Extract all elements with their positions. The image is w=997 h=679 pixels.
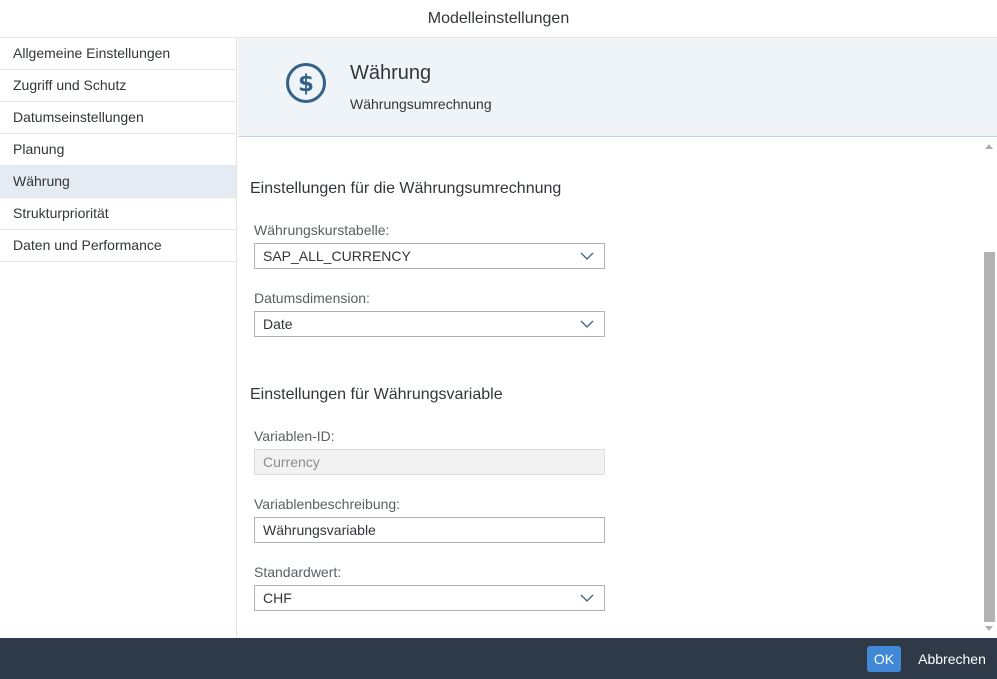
nav-item-planung[interactable]: Planung xyxy=(0,134,236,166)
default-value-value: CHF xyxy=(263,590,292,606)
variable-id-input: Currency xyxy=(254,449,605,475)
svg-text:$: $ xyxy=(298,71,314,97)
page-title: Währung xyxy=(350,62,432,84)
scroll-up-icon[interactable] xyxy=(985,144,993,149)
conversion-section-title: Einstellungen für die Währungsumrechnung xyxy=(250,180,562,197)
variable-description-input[interactable]: Währungsvariable xyxy=(254,517,605,543)
date-dimension-label: Datumsdimension: xyxy=(254,290,370,306)
variable-section-title: Einstellungen für Währungsvariable xyxy=(250,386,503,403)
rate-table-select[interactable]: SAP_ALL_CURRENCY xyxy=(254,243,605,269)
nav-item-waehrung[interactable]: Währung xyxy=(0,166,236,198)
nav-item-zugriff-und-schutz[interactable]: Zugriff und Schutz xyxy=(0,70,236,102)
content-scrollbar[interactable] xyxy=(982,138,997,638)
variable-id-placeholder: Currency xyxy=(263,454,320,470)
page-subtitle: Währungsumrechnung xyxy=(350,96,492,112)
nav-item-allgemeine-einstellungen[interactable]: Allgemeine Einstellungen xyxy=(0,38,236,70)
nav-item-strukturprioritaet[interactable]: Strukturpriorität xyxy=(0,198,236,230)
variable-id-label: Variablen-ID: xyxy=(254,428,335,444)
dollar-circle-icon: $ xyxy=(286,63,326,103)
scroll-down-icon[interactable] xyxy=(985,626,993,631)
default-value-label: Standardwert: xyxy=(254,564,342,580)
default-value-select[interactable]: CHF xyxy=(254,585,605,611)
ok-button[interactable]: OK xyxy=(867,646,901,672)
variable-description-value: Währungsvariable xyxy=(263,522,376,538)
scroll-thumb[interactable] xyxy=(984,252,995,622)
chevron-down-icon xyxy=(580,320,594,328)
nav-item-daten-und-performance[interactable]: Daten und Performance xyxy=(0,230,236,262)
date-dimension-select[interactable]: Date xyxy=(254,311,605,337)
settings-form: Einstellungen für die Währungsumrechnung… xyxy=(238,138,982,638)
dialog-title: Modelleinstellungen xyxy=(0,0,997,38)
chevron-down-icon xyxy=(580,252,594,260)
variable-description-label: Variablenbeschreibung: xyxy=(254,496,401,512)
object-header: $ Währung Währungsumrechnung xyxy=(238,38,997,137)
date-dimension-value: Date xyxy=(263,316,293,332)
rate-table-value: SAP_ALL_CURRENCY xyxy=(263,248,411,264)
dialog-footer: OK Abbrechen xyxy=(0,638,997,679)
nav-item-datumseinstellungen[interactable]: Datumseinstellungen xyxy=(0,102,236,134)
settings-nav: Allgemeine Einstellungen Zugriff und Sch… xyxy=(0,38,237,638)
rate-table-label: Währungskurstabelle: xyxy=(254,222,390,238)
cancel-button[interactable]: Abbrechen xyxy=(912,646,992,672)
chevron-down-icon xyxy=(580,594,594,602)
